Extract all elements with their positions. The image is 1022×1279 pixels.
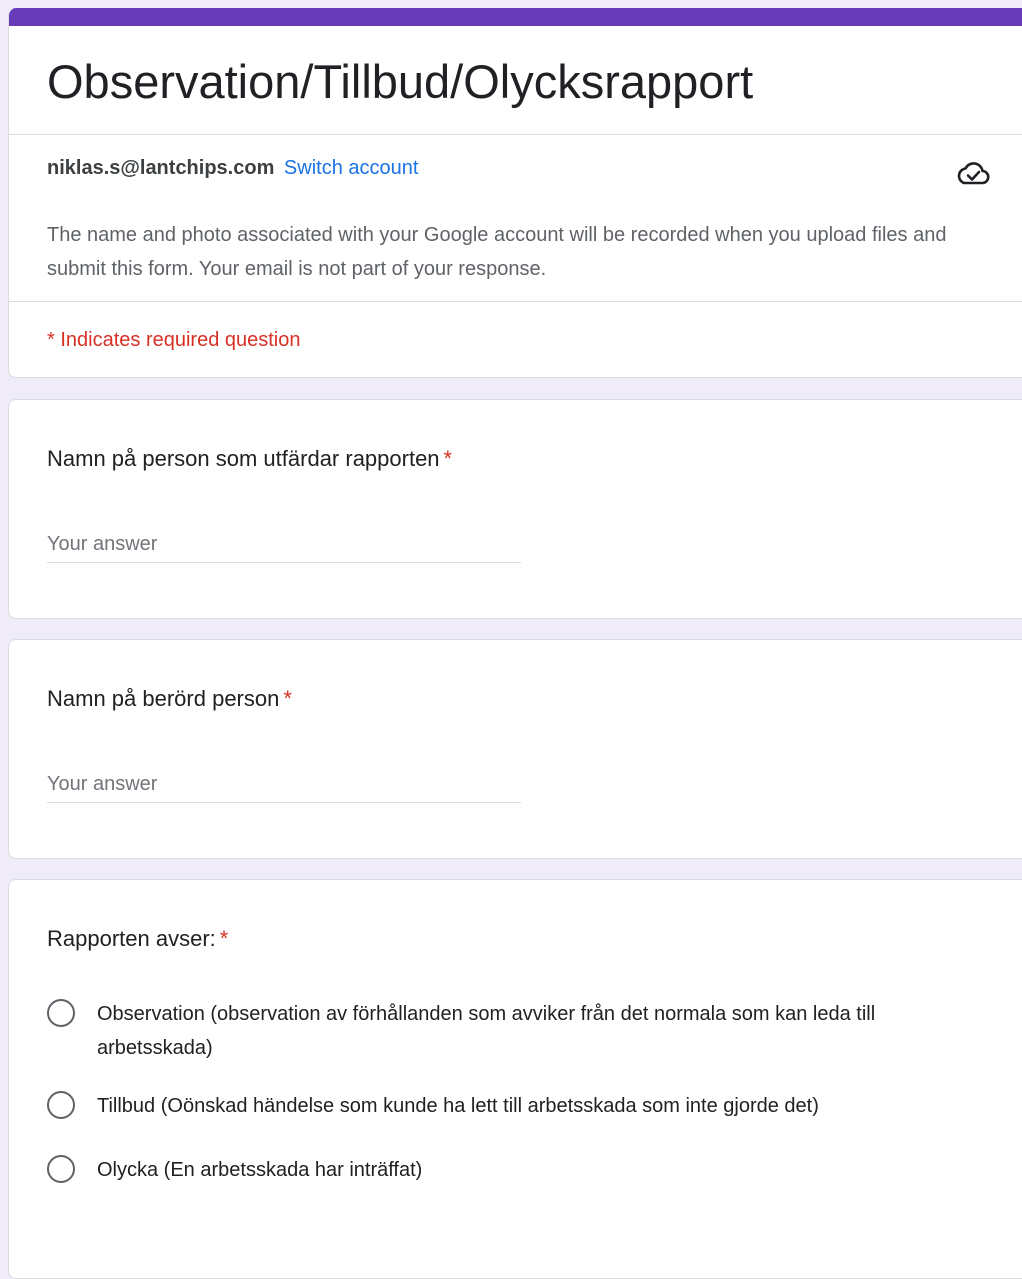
radio-option-observation[interactable]: Observation (observation av förhållanden… [47, 997, 947, 1065]
form-title: Observation/Tillbud/Olycksrapport [47, 55, 754, 108]
switch-account-link[interactable]: Switch account [284, 157, 419, 179]
radio-option-tillbud[interactable]: Tillbud (Oönskad händelse som kunde ha l… [47, 1089, 947, 1123]
privacy-divider [9, 301, 1022, 302]
cloud-done-icon[interactable] [955, 158, 991, 188]
account-row: niklas.s@lantchips.com Switch account [47, 156, 418, 180]
required-star: * [283, 686, 292, 711]
question-card-reporter-name: Namn på person som utfärdar rapporten * [8, 399, 1022, 619]
radio-option-olycka[interactable]: Olycka (En arbetsskada har inträffat) [47, 1153, 947, 1187]
question-title-text: Namn på berörd person [47, 686, 280, 711]
accent-bar [9, 8, 1022, 26]
form-header-card: Observation/Tillbud/Olycksrapport niklas… [8, 8, 1022, 378]
radio-label: Tillbud (Oönskad händelse som kunde ha l… [97, 1095, 819, 1117]
affected-person-input[interactable] [47, 766, 521, 803]
radio-button[interactable] [47, 999, 75, 1027]
reporter-name-input[interactable] [47, 526, 521, 563]
question-card-report-type: Rapporten avser: * Observation (observati… [8, 879, 1022, 1279]
radio-button[interactable] [47, 1155, 75, 1183]
required-star: * [443, 446, 453, 471]
question-title-text: Namn på person som utfärdar rapporten [47, 446, 440, 471]
privacy-note: The name and photo associated with your … [47, 224, 947, 280]
required-note: * Indicates required question [47, 329, 301, 351]
radio-button[interactable] [47, 1091, 75, 1119]
radio-label: Olycka (En arbetsskada har inträffat) [97, 1159, 423, 1181]
header-divider [9, 134, 1022, 135]
question-card-affected-person: Namn på berörd person * [8, 639, 1022, 859]
question-title: Namn på berörd person * [47, 684, 292, 714]
question-title-text: Rapporten avser: [47, 926, 216, 951]
question-title: Rapporten avser: * [47, 924, 228, 954]
account-email: niklas.s@lantchips.com [47, 157, 275, 179]
radio-label: Observation (observation av förhållanden… [97, 1003, 876, 1059]
required-star: * [219, 926, 229, 951]
question-title: Namn på person som utfärdar rapporten * [47, 444, 452, 474]
